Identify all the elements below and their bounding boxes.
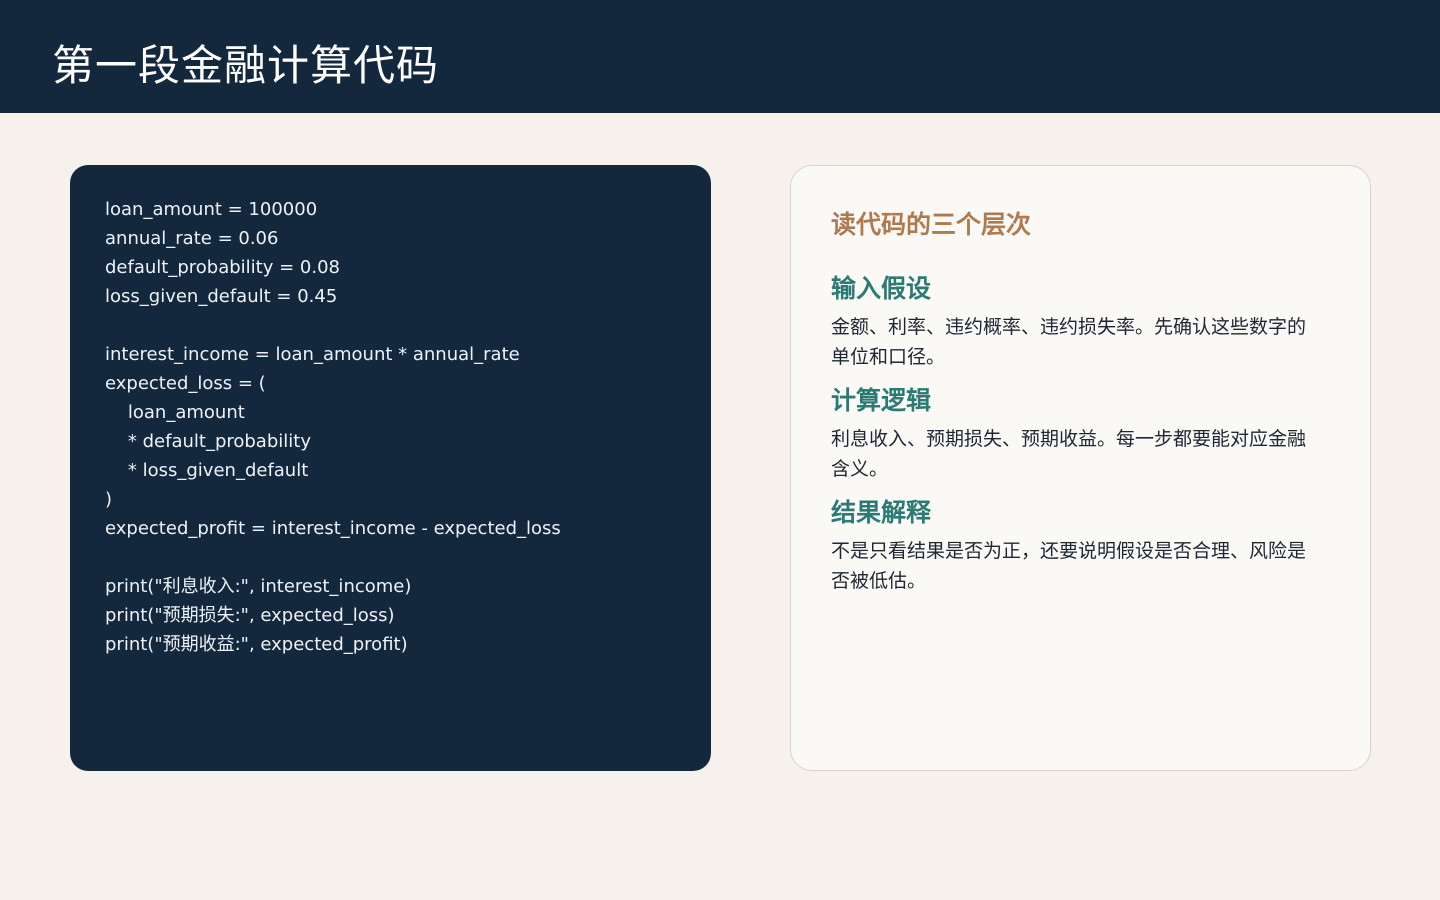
code-line: default_probability = 0.08 xyxy=(105,257,340,278)
code-line: expected_loss = ( xyxy=(105,373,266,394)
reading-levels-card: 读代码的三个层次 输入假设 金额、利率、违约概率、违约损失率。先确认这些数字的单… xyxy=(790,165,1371,771)
page-title: 第一段金融计算代码 xyxy=(52,41,440,90)
header-bar: 第一段金融计算代码 xyxy=(0,0,1440,113)
code-line: annual_rate = 0.06 xyxy=(105,228,279,249)
code-line: print("预期收益:", expected_profit) xyxy=(105,634,408,655)
code-panel: loan_amount = 100000 annual_rate = 0.06 … xyxy=(70,165,711,771)
code-block: loan_amount = 100000 annual_rate = 0.06 … xyxy=(105,195,561,659)
section-result-interpretation: 结果解释 不是只看结果是否为正，还要说明假设是否合理、风险是否被低估。 xyxy=(831,496,1311,596)
section-heading: 输入假设 xyxy=(831,274,932,303)
section-body: 利息收入、预期损失、预期收益。每一步都要能对应金融含义。 xyxy=(831,428,1307,480)
section-heading: 计算逻辑 xyxy=(831,386,932,415)
code-line: interest_income = loan_amount * annual_r… xyxy=(105,344,520,365)
section-calculation-logic: 计算逻辑 利息收入、预期损失、预期收益。每一步都要能对应金融含义。 xyxy=(831,384,1311,484)
code-line: ) xyxy=(105,489,113,510)
code-line: expected_profit = interest_income - expe… xyxy=(105,518,561,539)
code-line: print("利息收入:", interest_income) xyxy=(105,576,412,597)
code-line: * loss_given_default xyxy=(105,460,309,481)
code-line: * default_probability xyxy=(105,431,311,452)
code-line: print("预期损失:", expected_loss) xyxy=(105,605,395,626)
code-line: loan_amount xyxy=(105,402,245,423)
section-heading: 结果解释 xyxy=(831,498,932,527)
section-input-assumptions: 输入假设 金额、利率、违约概率、违约损失率。先确认这些数字的单位和口径。 xyxy=(831,272,1311,372)
card-sections: 输入假设 金额、利率、违约概率、违约损失率。先确认这些数字的单位和口径。 计算逻… xyxy=(831,272,1311,608)
code-line: loss_given_default = 0.45 xyxy=(105,286,338,307)
section-body: 不是只看结果是否为正，还要说明假设是否合理、风险是否被低估。 xyxy=(831,540,1307,592)
code-line: loan_amount = 100000 xyxy=(105,199,318,220)
card-title: 读代码的三个层次 xyxy=(831,210,1032,239)
section-body: 金额、利率、违约概率、违约损失率。先确认这些数字的单位和口径。 xyxy=(831,316,1307,368)
